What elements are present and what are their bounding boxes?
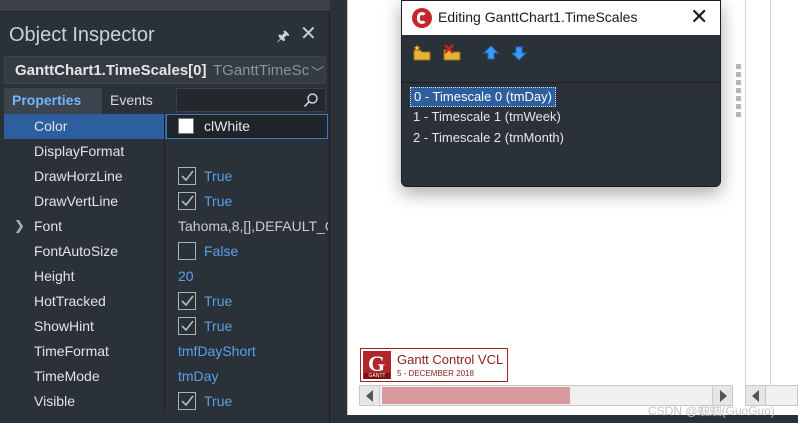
property-value: 20 xyxy=(178,268,194,284)
property-value: False xyxy=(204,243,239,259)
property-value: True xyxy=(204,293,233,309)
expand-icon[interactable]: ❯ xyxy=(14,218,25,234)
property-checkbox[interactable] xyxy=(178,292,196,310)
property-row[interactable]: TimeMode tmDay xyxy=(4,364,328,389)
arrow-down-icon xyxy=(510,46,528,61)
component-selector-type: TGanttTimeSca xyxy=(213,62,309,79)
property-name: ShowHint xyxy=(34,318,94,334)
property-row[interactable]: DrawHorzLine True xyxy=(4,164,328,189)
column-line xyxy=(770,0,771,385)
property-row[interactable]: FontAutoSize False xyxy=(4,239,328,264)
arrow-left-icon xyxy=(752,390,759,402)
property-name: TimeMode xyxy=(34,368,100,384)
tab-properties[interactable]: Properties xyxy=(4,88,102,114)
property-value: True xyxy=(204,168,233,184)
panel-title: Object Inspector xyxy=(9,24,155,46)
timescale-list[interactable]: 0 - Timescale 0 (tmDay) 1 - Timescale 1 (… xyxy=(408,85,716,183)
app-icon xyxy=(412,8,432,28)
arrow-up-icon xyxy=(482,45,500,60)
close-icon[interactable]: ✕ xyxy=(300,24,317,44)
column-divider[interactable] xyxy=(164,114,165,414)
dialog-titlebar[interactable]: Editing GanttChart1.TimeScales ✕ xyxy=(402,1,720,35)
property-name: DisplayFormat xyxy=(34,143,125,159)
property-name: Height xyxy=(34,268,75,284)
property-row[interactable]: DisplayFormat xyxy=(4,139,328,164)
property-name: DrawHorzLine xyxy=(34,168,123,184)
property-row[interactable]: DrawVertLine True xyxy=(4,189,328,214)
property-value: True xyxy=(204,393,233,409)
property-row[interactable]: Color clWhite xyxy=(4,114,328,139)
logo-date: 5 - DECEMBER 2018 xyxy=(397,369,474,378)
pin-icon[interactable]: 🖈︎ xyxy=(276,26,290,51)
property-grid: Color clWhite DisplayFormat DrawHorzLine Tru… xyxy=(4,114,328,414)
add-folder-icon xyxy=(413,44,431,61)
property-value: True xyxy=(204,193,233,209)
property-row[interactable]: Height 20 xyxy=(4,264,328,289)
panel-top-strip xyxy=(0,0,330,12)
splitter-grip[interactable] xyxy=(736,64,742,120)
property-checkbox[interactable] xyxy=(178,242,196,260)
inspector-tabs: Properties Events xyxy=(4,88,174,114)
arrow-left-icon xyxy=(366,390,373,402)
property-checkbox[interactable] xyxy=(178,392,196,410)
gantt-logo: G GANTT Gantt Control VCL 5 - DECEMBER 2… xyxy=(360,348,508,382)
property-name: Color xyxy=(34,118,68,134)
add-item-button[interactable] xyxy=(412,43,434,63)
tab-events[interactable]: Events xyxy=(102,88,166,114)
color-swatch xyxy=(178,118,194,134)
column-line xyxy=(745,0,746,385)
property-checkbox[interactable] xyxy=(178,317,196,335)
move-up-button[interactable] xyxy=(480,43,502,63)
dialog-toolbar xyxy=(402,35,720,83)
property-row[interactable]: TimeFormat tmfDayShort xyxy=(4,339,328,364)
dialog-title: Editing GanttChart1.TimeScales xyxy=(438,9,638,25)
property-value: tmDay xyxy=(178,368,219,384)
scroll-left-button[interactable] xyxy=(360,386,380,405)
watermark: CSDN @蝈蝈(GuoGuo) xyxy=(648,404,775,418)
list-item[interactable]: 0 - Timescale 0 (tmDay) xyxy=(410,87,556,107)
property-row[interactable]: HotTracked True xyxy=(4,289,328,314)
property-row[interactable]: Visible True xyxy=(4,389,328,414)
delete-folder-icon xyxy=(443,44,461,61)
delete-item-button[interactable] xyxy=(442,43,464,63)
property-name: DrawVertLine xyxy=(34,193,119,209)
property-name: HotTracked xyxy=(34,293,106,309)
component-selector-name: GanttChart1.TimeScales[0] xyxy=(15,62,207,79)
component-selector[interactable]: GanttChart1.TimeScales[0] TGanttTimeSca … xyxy=(4,56,326,84)
property-value: True xyxy=(204,318,233,334)
search-input[interactable] xyxy=(176,88,326,112)
scrollbar-thumb[interactable] xyxy=(382,387,570,404)
chevron-down-icon[interactable]: ﹀ xyxy=(311,62,324,81)
property-name: Visible xyxy=(34,393,75,409)
property-name: Font xyxy=(34,218,63,234)
property-value: tmfDayShort xyxy=(178,343,256,359)
gantt-logo-mark: G GANTT xyxy=(363,351,391,379)
search-icon[interactable] xyxy=(303,92,319,108)
list-item[interactable]: 2 - Timescale 2 (tmMonth) xyxy=(410,129,567,149)
list-item[interactable]: 1 - Timescale 1 (tmWeek) xyxy=(410,108,564,128)
arrow-right-icon xyxy=(720,390,727,402)
property-name: FontAutoSize xyxy=(34,243,119,259)
property-checkbox[interactable] xyxy=(178,167,196,185)
property-name: TimeFormat xyxy=(34,343,109,359)
logo-title: Gantt Control VCL xyxy=(397,352,504,367)
move-down-button[interactable] xyxy=(508,43,530,63)
object-inspector-panel: Object Inspector 🖈︎ ✕ GanttChart1.TimeSc… xyxy=(0,0,330,423)
property-value: Tahoma,8,[],DEFAULT_C xyxy=(178,218,328,234)
property-row[interactable]: ShowHint True xyxy=(4,314,328,339)
property-checkbox[interactable] xyxy=(178,192,196,210)
collection-editor-dialog: Editing GanttChart1.TimeScales ✕ 0 - Tim… xyxy=(401,0,721,187)
close-icon[interactable]: ✕ xyxy=(690,5,708,29)
property-row[interactable]: ❯ Font Tahoma,8,[],DEFAULT_C xyxy=(4,214,328,239)
